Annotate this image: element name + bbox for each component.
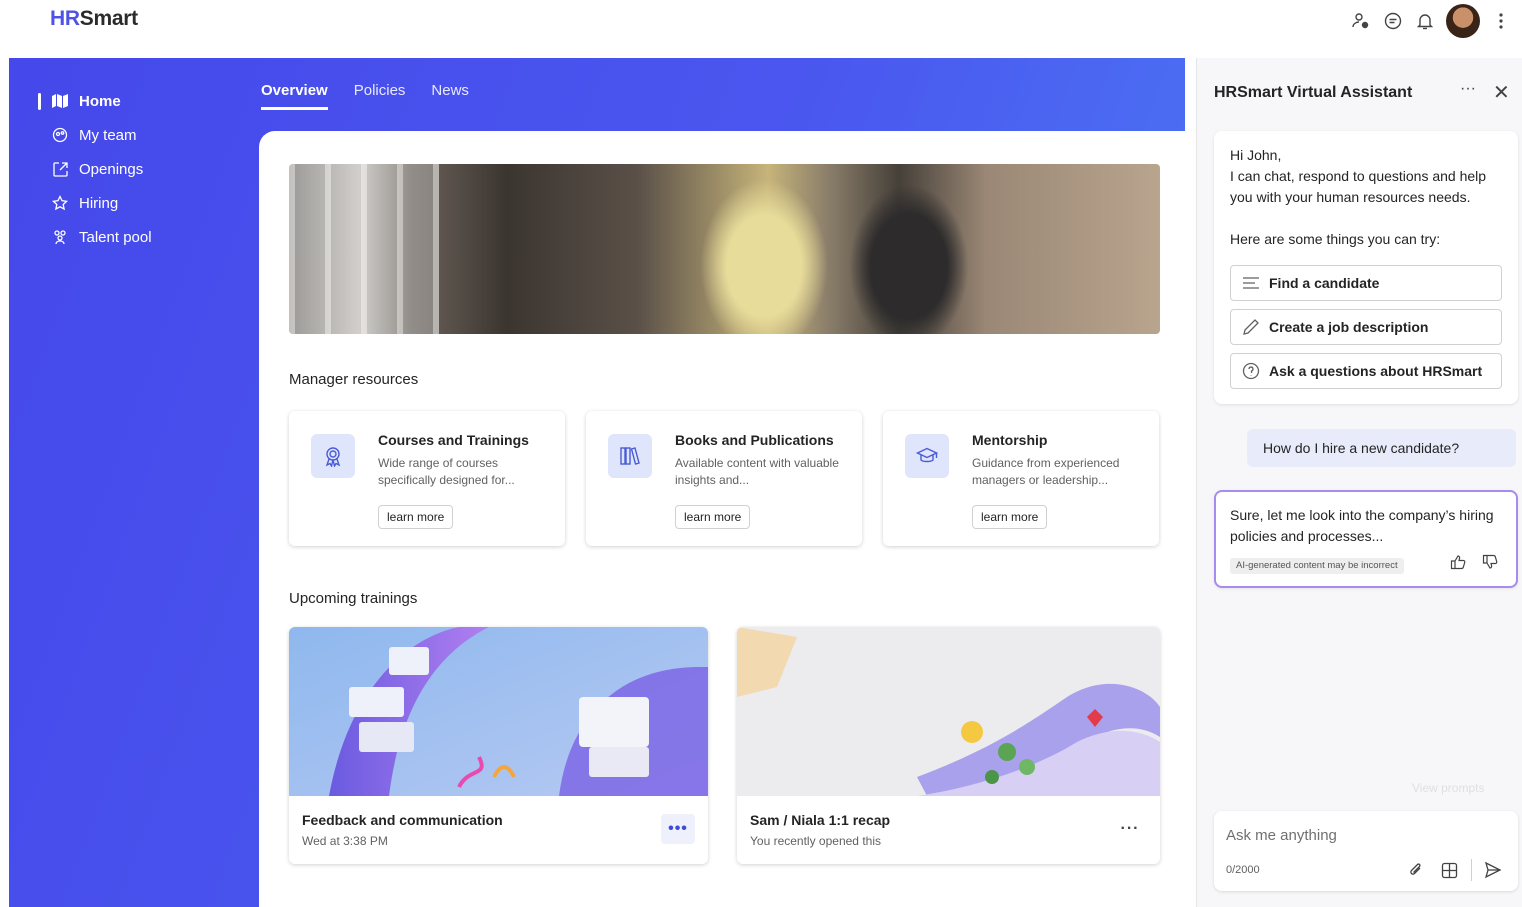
attach-icon[interactable] [1404, 858, 1428, 882]
upcoming-trainings-title: Upcoming trainings [289, 590, 418, 607]
training-thumbnail [289, 627, 708, 796]
manager-resources-title: Manager resources [289, 371, 419, 388]
open-icon [50, 159, 70, 179]
hero-image [289, 164, 1160, 334]
assistant-more-button[interactable]: ··· [1460, 80, 1476, 98]
assistant-panel: HRSmart Virtual Assistant ··· ✕ Hi John,… [1196, 58, 1522, 907]
sidebar-item-label: My team [79, 126, 137, 144]
suggestion-label: Create a job description [1269, 319, 1429, 335]
greeting-text: Hi John, [1230, 147, 1282, 163]
content-panel: Manager resources Courses and Trainings … [259, 131, 1185, 907]
bot-message-text: Sure, let me look into the company’s hir… [1230, 507, 1494, 544]
close-icon[interactable]: ✕ [1493, 80, 1510, 105]
welcome-message: Hi John, I can chat, respond to question… [1214, 131, 1518, 404]
resource-card-title: Courses and Trainings [378, 432, 529, 448]
view-prompts-link[interactable]: View prompts [1412, 781, 1484, 795]
tab-policies[interactable]: Policies [354, 82, 406, 110]
resource-card-courses[interactable]: Courses and Trainings Wide range of cour… [289, 411, 565, 546]
suggestion-ask-questions[interactable]: Ask a questions about HRSmart [1230, 353, 1502, 389]
app-logo[interactable]: HRSmart [50, 7, 138, 31]
sidebar-item-my-team[interactable]: My team [38, 118, 248, 152]
resource-card-books[interactable]: Books and Publications Available content… [586, 411, 862, 546]
resource-card-description: Guidance from experienced managers or le… [972, 456, 1120, 487]
star-icon [50, 193, 70, 213]
chat-icon[interactable] [1382, 10, 1404, 32]
sidebar: Home My team Openings Hiring Talent pool [38, 84, 248, 254]
tab-bar: Overview Policies News [261, 82, 469, 110]
learn-more-button[interactable]: learn more [675, 505, 751, 529]
apps-icon[interactable] [1437, 858, 1461, 882]
send-icon[interactable] [1481, 858, 1505, 882]
resource-card-description: Available content with valuable insights… [675, 456, 839, 487]
team-icon [50, 125, 70, 145]
more-options-button[interactable]: ··· [1113, 814, 1147, 844]
library-icon [608, 434, 652, 478]
people-settings-icon[interactable] [1350, 10, 1372, 32]
intro-text: I can chat, respond to questions and hel… [1230, 168, 1487, 205]
training-card-recap[interactable]: Sam / Niala 1:1 recap You recently opene… [737, 627, 1160, 864]
thumbs-up-icon[interactable] [1450, 554, 1466, 574]
tab-overview[interactable]: Overview [261, 82, 328, 110]
input-divider [1471, 859, 1472, 881]
text-align-icon [1240, 276, 1262, 290]
bot-message: Sure, let me look into the company’s hir… [1214, 490, 1518, 588]
training-title: Feedback and communication [302, 812, 503, 828]
tab-news[interactable]: News [431, 82, 469, 110]
training-title: Sam / Niala 1:1 recap [750, 812, 891, 828]
sidebar-item-talent-pool[interactable]: Talent pool [38, 220, 248, 254]
ai-disclaimer-badge: AI-generated content may be incorrect [1230, 558, 1404, 574]
bell-icon[interactable] [1414, 10, 1436, 32]
sidebar-item-openings[interactable]: Openings [38, 152, 248, 186]
training-subtitle: You recently opened this [750, 834, 881, 848]
avatar[interactable] [1446, 4, 1480, 38]
learn-more-button[interactable]: learn more [972, 505, 1048, 529]
resource-card-title: Books and Publications [675, 432, 834, 448]
training-card-feedback[interactable]: Feedback and communication Wed at 3:38 P… [289, 627, 708, 864]
sidebar-item-label: Hiring [79, 194, 119, 212]
more-vertical-icon[interactable] [1490, 10, 1512, 32]
chat-input-box: 0/2000 [1214, 811, 1518, 891]
training-thumbnail [737, 627, 1160, 796]
more-options-button[interactable]: ••• [661, 814, 695, 844]
ribbon-icon [311, 434, 355, 478]
pen-icon [1240, 318, 1262, 336]
top-bar: HRSmart [0, 0, 1522, 58]
hat-graduation-icon [905, 434, 949, 478]
sidebar-item-home[interactable]: Home [38, 84, 248, 118]
user-message: How do I hire a new candidate? [1247, 429, 1516, 467]
sidebar-item-hiring[interactable]: Hiring [38, 186, 248, 220]
assistant-title: HRSmart Virtual Assistant [1214, 84, 1413, 101]
thumbs-down-icon[interactable] [1482, 554, 1498, 574]
training-subtitle: Wed at 3:38 PM [302, 834, 388, 848]
map-icon [50, 91, 70, 111]
resource-card-mentorship[interactable]: Mentorship Guidance from experienced man… [883, 411, 1159, 546]
try-text: Here are some things you can try: [1230, 231, 1441, 247]
suggestion-find-candidate[interactable]: Find a candidate [1230, 265, 1502, 301]
suggestion-job-description[interactable]: Create a job description [1230, 309, 1502, 345]
learn-more-button[interactable]: learn more [378, 505, 454, 529]
suggestion-label: Ask a questions about HRSmart [1269, 363, 1483, 379]
active-indicator [38, 92, 41, 110]
sidebar-item-label: Talent pool [79, 228, 152, 246]
chat-help-icon [1240, 362, 1262, 380]
resource-card-description: Wide range of courses specifically desig… [378, 456, 515, 487]
suggestion-label: Find a candidate [1269, 275, 1380, 291]
people-icon [50, 227, 70, 247]
sidebar-item-label: Openings [79, 160, 144, 178]
character-counter: 0/2000 [1226, 864, 1260, 876]
sidebar-item-label: Home [79, 92, 121, 110]
resource-card-title: Mentorship [972, 432, 1048, 448]
chat-input[interactable] [1226, 823, 1496, 847]
